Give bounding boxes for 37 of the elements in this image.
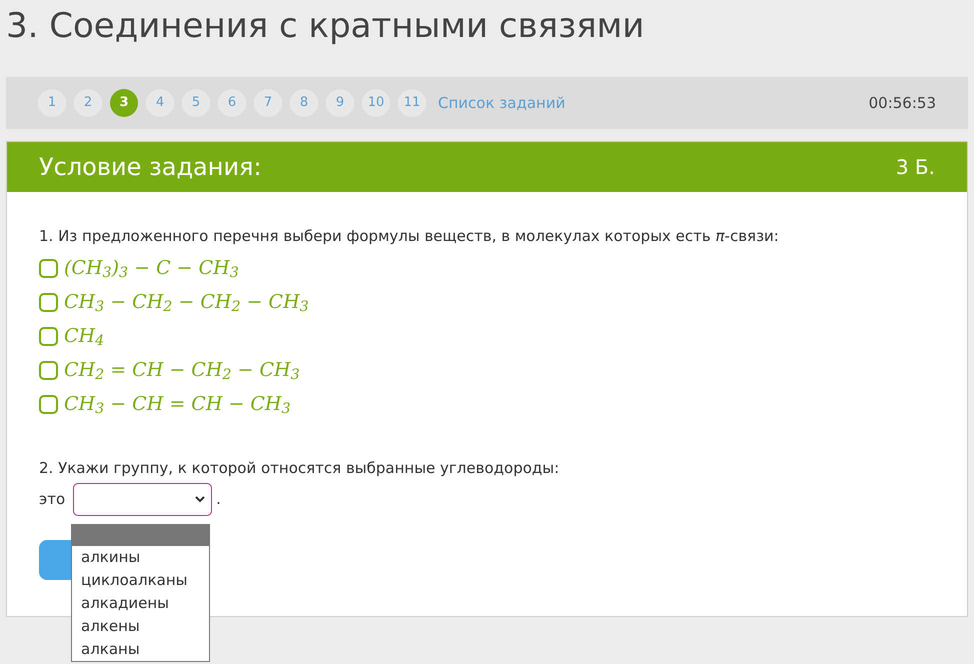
page-number[interactable]: 9 [326,89,354,117]
checkbox[interactable] [39,292,58,312]
dropdown-option[interactable]: алканы [72,638,209,661]
task-list-link[interactable]: Список заданий [438,92,566,114]
dropdown-option[interactable]: алкины [72,546,209,569]
checkbox[interactable] [39,394,58,414]
page-number[interactable]: 5 [182,89,210,117]
page-number[interactable]: 8 [290,89,318,117]
formula: CH$_{3}$ − CH = CH − CH$_{3}$ [64,392,291,418]
dropdown-option[interactable]: алкены [72,615,209,638]
chevron-down-icon [195,496,206,503]
prefix-text: это [39,489,66,510]
page-number[interactable]: 2 [74,89,102,117]
question-text: 1. Из предложенного перечня выбери формулы веществ, в молекулах которых есть π-связи: [39,226,780,247]
formula: CH$_{4}$ [64,324,104,350]
group-select[interactable] [73,483,212,516]
checkbox[interactable] [39,326,58,346]
formula: CH$_{3}$ − CH$_{2}$ − CH$_{2}$ − CH$_{3}$ [64,290,309,316]
formula: CH$_{2}$ = CH − CH$_{2}$ − CH$_{3}$ [64,358,300,384]
page-number[interactable]: 11 [398,89,426,117]
page-number[interactable]: 1 [38,89,66,117]
checkbox[interactable] [39,360,58,380]
page-number[interactable]: 4 [146,89,174,117]
page-title: 3. Соединения с кратными связями [6,5,646,48]
timer: 00:56:53 [868,92,936,114]
checkbox[interactable] [39,258,58,278]
dropdown-option[interactable]: циклоалканы [72,569,209,592]
page-number[interactable]: 10 [362,89,390,117]
dropdown-option[interactable]: алкадиены [72,592,209,615]
task-title: Условие задания: [39,152,262,183]
task-points: 3 Б. [896,154,935,181]
formula: (CH$_{3}$)$_{3}$ − C − CH$_{3}$ [64,256,239,282]
question-text: 2. Укажи группу, к которой относятся выбранные углеводороды: [39,458,560,478]
page-number[interactable]: 6 [218,89,246,117]
suffix-text: . [216,489,221,510]
page-number[interactable]: 3 [110,89,138,117]
page-number[interactable]: 7 [254,89,282,117]
